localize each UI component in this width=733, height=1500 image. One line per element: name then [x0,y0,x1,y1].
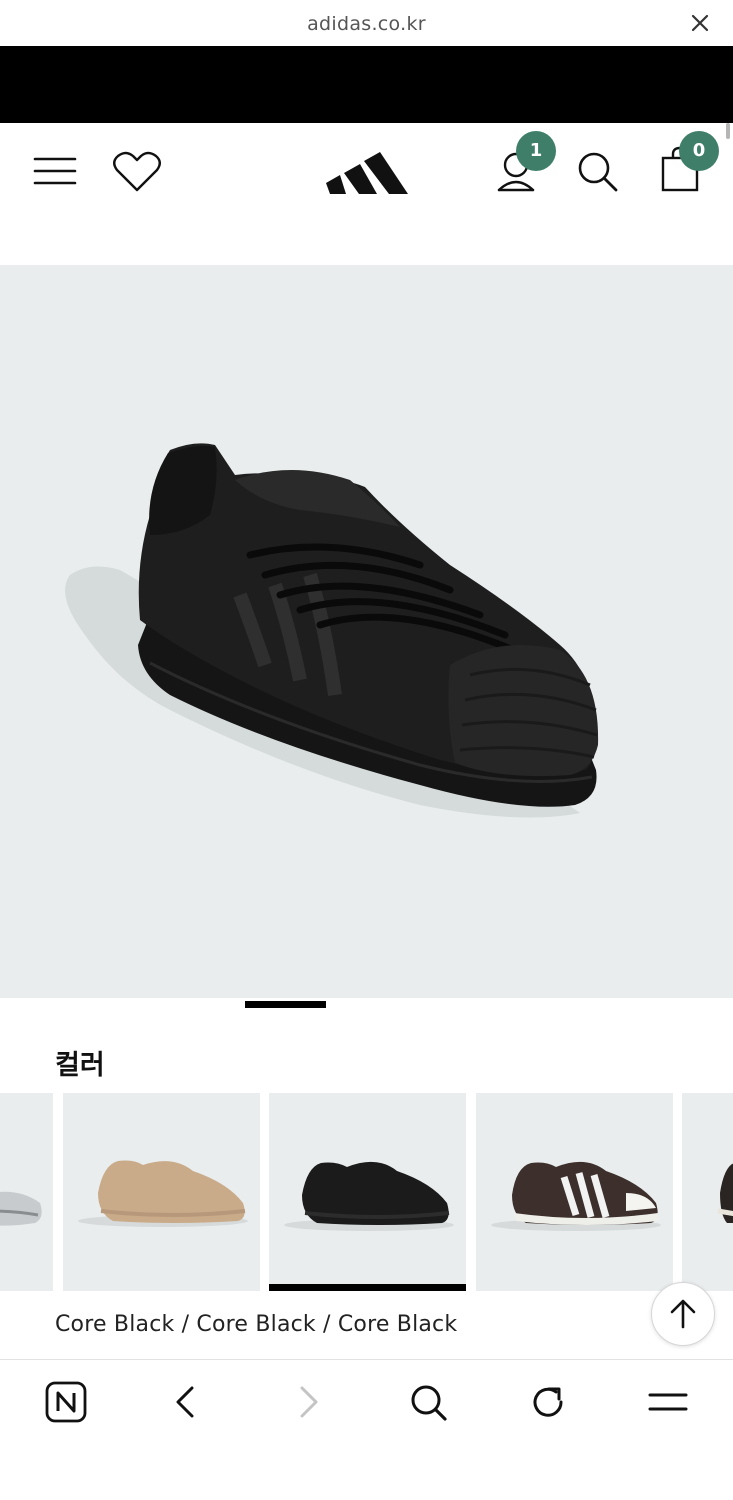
beige-sneaker-image [78,1160,248,1227]
partial-sneaker-image [717,1163,733,1223]
color-swatch-partial[interactable] [682,1093,733,1291]
black-superstar-sneaker [65,443,599,818]
product-image[interactable] [0,265,733,998]
back-icon[interactable] [164,1380,208,1424]
color-swatch-silver[interactable] [0,1093,53,1291]
hamburger-menu-icon[interactable] [33,156,77,186]
page-scrollbar[interactable] [726,123,730,139]
heart-icon[interactable] [112,150,162,194]
url-text[interactable]: adidas.co.kr [0,13,733,35]
menu-icon[interactable] [646,1380,690,1424]
color-swatch-brown-white[interactable] [476,1093,673,1291]
color-swatch-beige[interactable] [63,1093,260,1291]
browser-url-bar: adidas.co.kr [0,0,733,46]
search-icon[interactable] [576,150,620,194]
close-icon[interactable] [689,12,711,34]
search-icon[interactable] [406,1380,450,1424]
adidas-logo[interactable] [326,143,410,197]
color-swatch-black[interactable] [269,1093,466,1291]
account-badge: 1 [516,131,556,171]
naver-icon[interactable] [44,1380,88,1424]
black-sneaker-image [284,1161,454,1231]
browser-bottom-bar [0,1359,733,1500]
scroll-to-top-button[interactable] [651,1282,715,1346]
forward-icon[interactable] [286,1380,330,1424]
silver-sneaker-image [0,1191,42,1226]
selected-color-name: Core Black / Core Black / Core Black [55,1312,458,1337]
reload-icon[interactable] [526,1380,570,1424]
brown-white-sneaker-image [491,1161,661,1231]
color-section-title: 컬러 [55,1050,105,1081]
promo-banner[interactable] [0,46,733,123]
arrow-up-icon [670,1299,696,1329]
cart-badge: 0 [679,131,719,171]
carousel-indicator[interactable] [245,1001,326,1008]
site-header: 1 0 [0,123,733,218]
